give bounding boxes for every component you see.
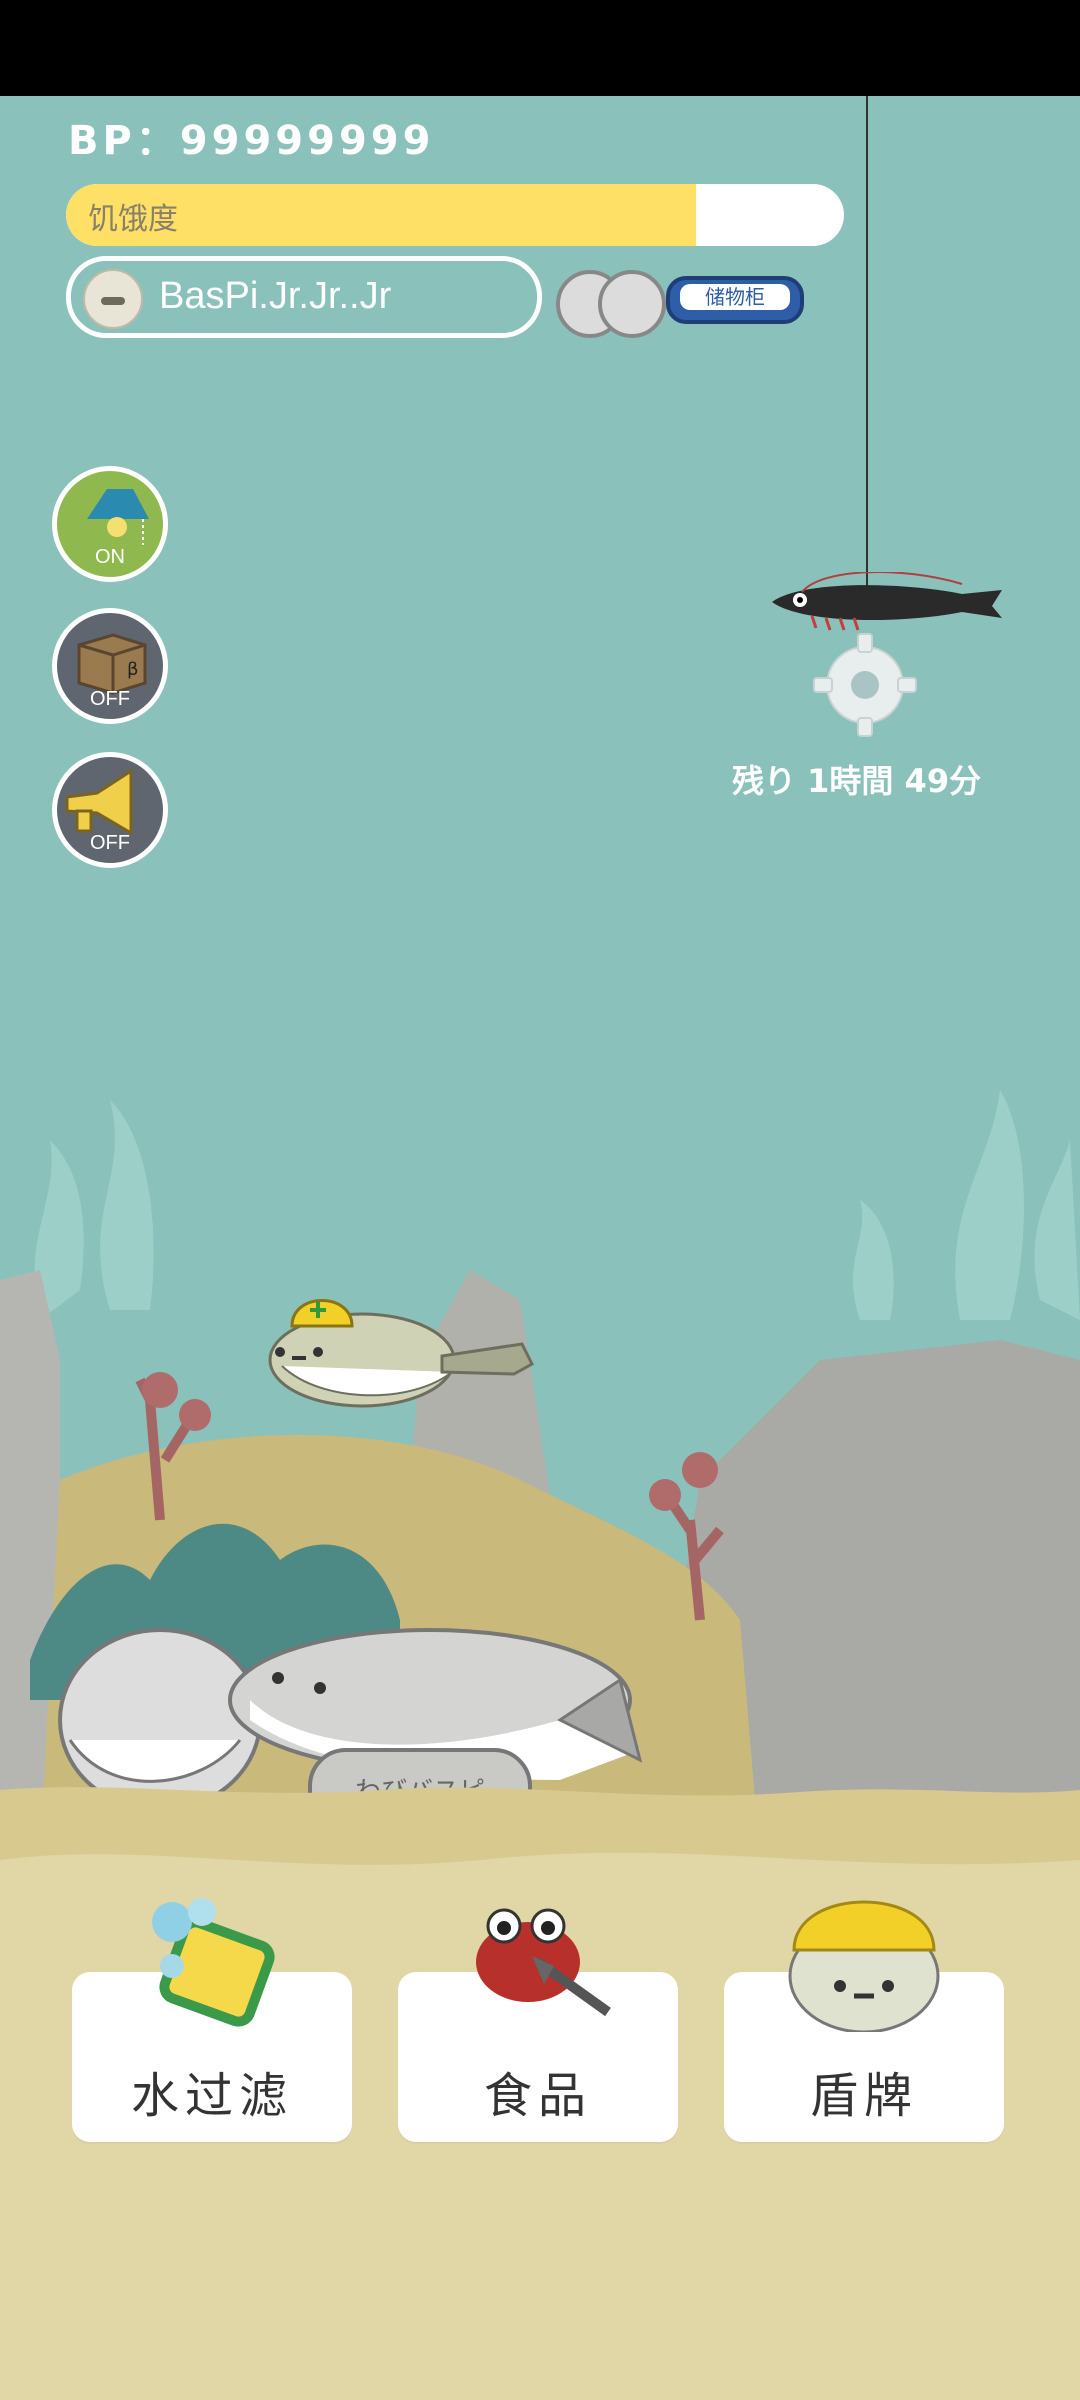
shield-button[interactable]: 盾牌 (724, 1900, 1004, 2142)
bp-counter: BP：99999999 (68, 118, 435, 164)
sand-edge (0, 1787, 1080, 1900)
pet-avatar (83, 269, 143, 329)
box-toggle-button[interactable]: β OFF (52, 608, 168, 724)
helmet-icon (290, 1299, 354, 1328)
locker-label: 储物柜 (680, 284, 790, 310)
pet-name-box[interactable]: BasPi.Jr.Jr..Jr (66, 256, 542, 338)
lamp-toggle-button[interactable]: ON (52, 466, 168, 582)
status-bar (0, 0, 1080, 96)
shield-label: 盾牌 (809, 2068, 918, 2124)
seabed-scenery: わびバスピ (0, 1090, 1080, 1860)
svg-text:β: β (127, 659, 139, 680)
sponge-icon (152, 1898, 275, 2027)
shrimp-icon (772, 572, 1002, 631)
gear-icon[interactable] (810, 630, 920, 740)
fishing-line (866, 96, 868, 586)
food-button[interactable]: 食品 (398, 1908, 678, 2142)
crab-icon (476, 1908, 611, 2017)
lamp-state: ON (95, 546, 125, 568)
helmet-fish-icon (788, 1900, 940, 2032)
key-icon (598, 270, 666, 338)
pet-fish[interactable] (262, 1286, 538, 1416)
megaphone-state: OFF (90, 832, 130, 854)
water-filter-label: 水过滤 (130, 2068, 293, 2124)
hunger-bar: 饥饿度 (66, 184, 844, 246)
food-label: 食品 (483, 2068, 592, 2124)
water-filter-button[interactable]: 水过滤 (72, 1898, 352, 2142)
pet-name: BasPi.Jr.Jr..Jr (159, 275, 392, 317)
locker-tag: 储物柜 (666, 276, 804, 324)
megaphone-toggle-button[interactable]: OFF (52, 752, 168, 868)
hunger-label: 饥饿度 (88, 202, 178, 237)
box-state: OFF (90, 688, 130, 710)
locker-button[interactable]: 储物柜 (552, 264, 804, 338)
timer-text: 残り 1時間 49分 (732, 762, 982, 800)
